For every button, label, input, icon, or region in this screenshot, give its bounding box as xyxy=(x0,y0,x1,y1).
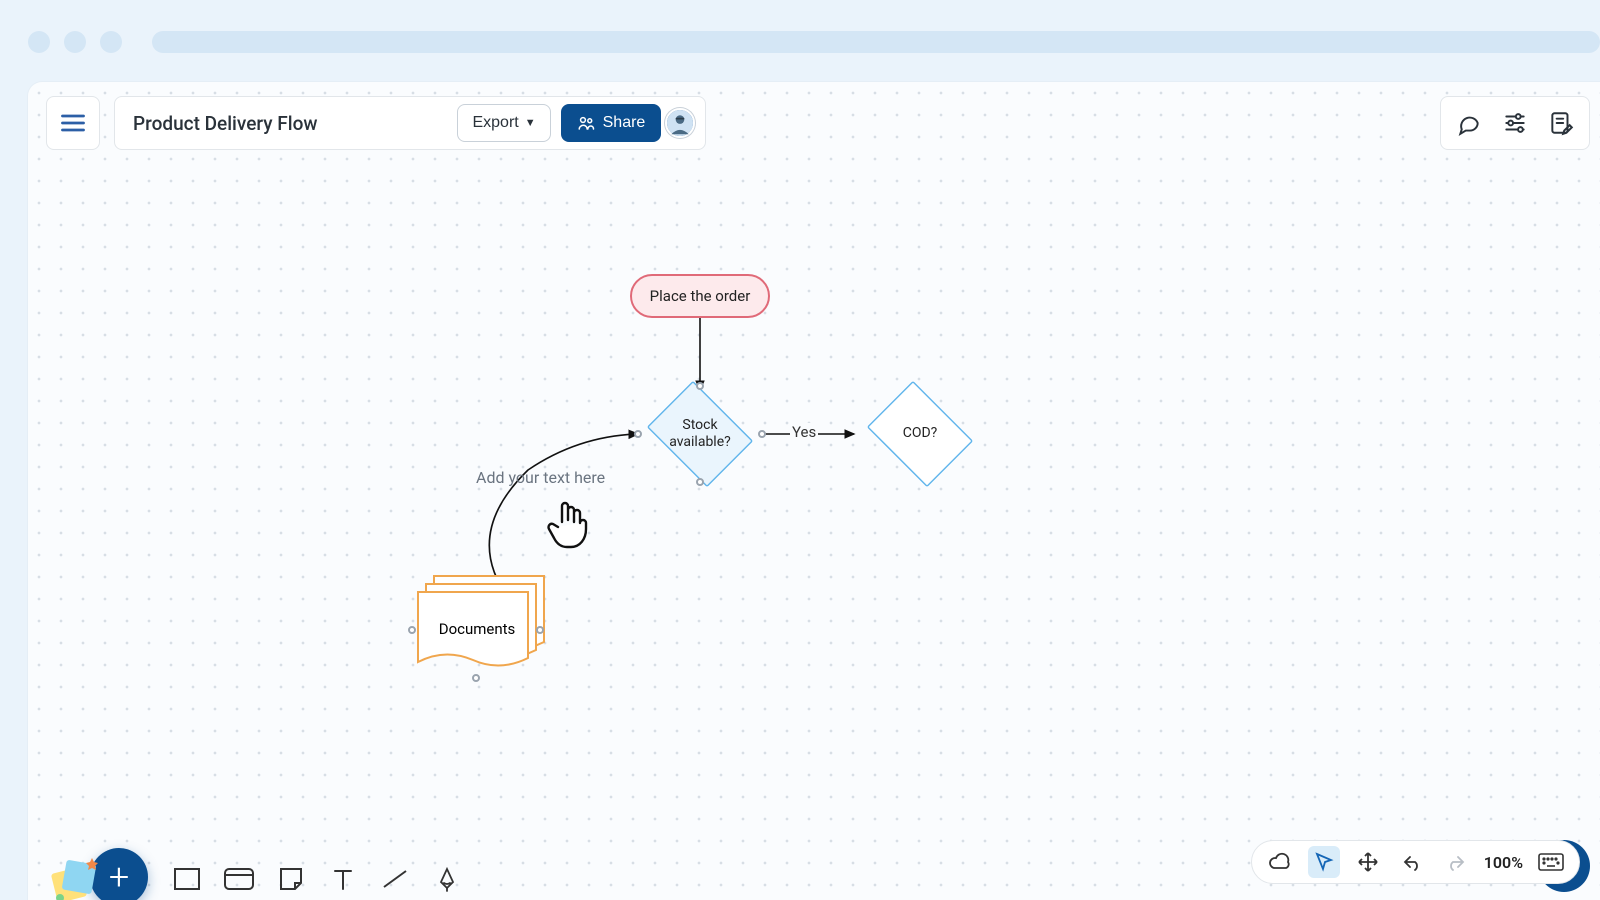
edge-yes-label[interactable]: Yes xyxy=(790,423,818,441)
document-title[interactable]: Product Delivery Flow xyxy=(133,112,317,135)
node-start[interactable]: Place the order xyxy=(630,274,770,318)
browser-chrome xyxy=(0,30,1600,54)
comments-button[interactable] xyxy=(1449,103,1489,143)
note-edit-icon xyxy=(1548,110,1574,136)
node-stock-available-label: Stock available? xyxy=(669,417,731,452)
chrome-dot xyxy=(28,31,50,53)
cloud-sync-button[interactable] xyxy=(1264,846,1296,878)
people-icon xyxy=(577,114,595,132)
undo-icon xyxy=(1401,853,1423,871)
node-documents[interactable]: Documents xyxy=(418,582,554,678)
redo-icon xyxy=(1445,853,1467,871)
node-cod-label: COD? xyxy=(903,425,938,443)
title-toolbar: Product Delivery Flow Export ▼ Share xyxy=(114,96,706,150)
redo-button[interactable] xyxy=(1440,846,1472,878)
comment-icon xyxy=(1456,110,1482,136)
user-avatar[interactable] xyxy=(665,108,695,138)
chrome-dot xyxy=(64,31,86,53)
tool-sticky[interactable] xyxy=(276,864,306,894)
node-cod[interactable]: COD? xyxy=(860,388,980,480)
tool-card[interactable] xyxy=(224,864,254,894)
bottom-right-area: 100% ? xyxy=(1530,840,1590,892)
bottom-right-toolbar: 100% xyxy=(1251,840,1580,884)
tool-text[interactable] xyxy=(328,864,358,894)
settings-button[interactable] xyxy=(1495,103,1535,143)
avatar-icon xyxy=(667,108,693,138)
pen-icon xyxy=(434,866,460,892)
sliders-icon xyxy=(1502,110,1528,136)
plus-icon: + xyxy=(109,859,129,895)
tool-line[interactable] xyxy=(380,864,410,894)
cloud-icon xyxy=(1268,852,1292,872)
chevron-down-icon: ▼ xyxy=(525,117,536,129)
keyboard-icon xyxy=(1538,853,1564,871)
cursor-icon xyxy=(1313,851,1335,873)
line-icon xyxy=(381,867,409,891)
top-right-toolbar xyxy=(1440,96,1590,150)
node-stock-available[interactable]: Stock available? xyxy=(640,388,760,480)
text-icon xyxy=(332,867,354,891)
cursor-hand-icon xyxy=(544,496,594,552)
card-icon xyxy=(224,868,254,890)
tool-rectangle[interactable] xyxy=(172,864,202,894)
share-label: Share xyxy=(603,114,646,132)
undo-button[interactable] xyxy=(1396,846,1428,878)
move-icon xyxy=(1357,851,1379,873)
chrome-address-bar xyxy=(152,31,1600,53)
node-start-label: Place the order xyxy=(650,287,751,305)
bottom-left-toolbox: + xyxy=(46,848,462,900)
tool-pen[interactable] xyxy=(432,864,462,894)
pan-tool-button[interactable] xyxy=(1352,846,1384,878)
templates-icon xyxy=(46,852,102,900)
export-label: Export xyxy=(472,114,518,132)
sticky-note-icon xyxy=(279,867,303,891)
notes-button[interactable] xyxy=(1541,103,1581,143)
hamburger-icon xyxy=(59,109,87,137)
node-documents-label: Documents xyxy=(418,620,536,638)
select-tool-button[interactable] xyxy=(1308,846,1340,878)
zoom-level[interactable]: 100% xyxy=(1484,853,1523,872)
main-menu-button[interactable] xyxy=(46,96,100,150)
share-button[interactable]: Share xyxy=(561,104,662,142)
keyboard-shortcuts-button[interactable] xyxy=(1535,846,1567,878)
edge-text-hint[interactable]: Add your text here xyxy=(476,468,605,487)
export-button[interactable]: Export ▼ xyxy=(457,104,550,142)
templates-button[interactable] xyxy=(46,852,102,900)
chrome-dot xyxy=(100,31,122,53)
canvas-stage[interactable]: Product Delivery Flow Export ▼ Share xyxy=(28,82,1600,900)
rectangle-icon xyxy=(174,868,200,890)
